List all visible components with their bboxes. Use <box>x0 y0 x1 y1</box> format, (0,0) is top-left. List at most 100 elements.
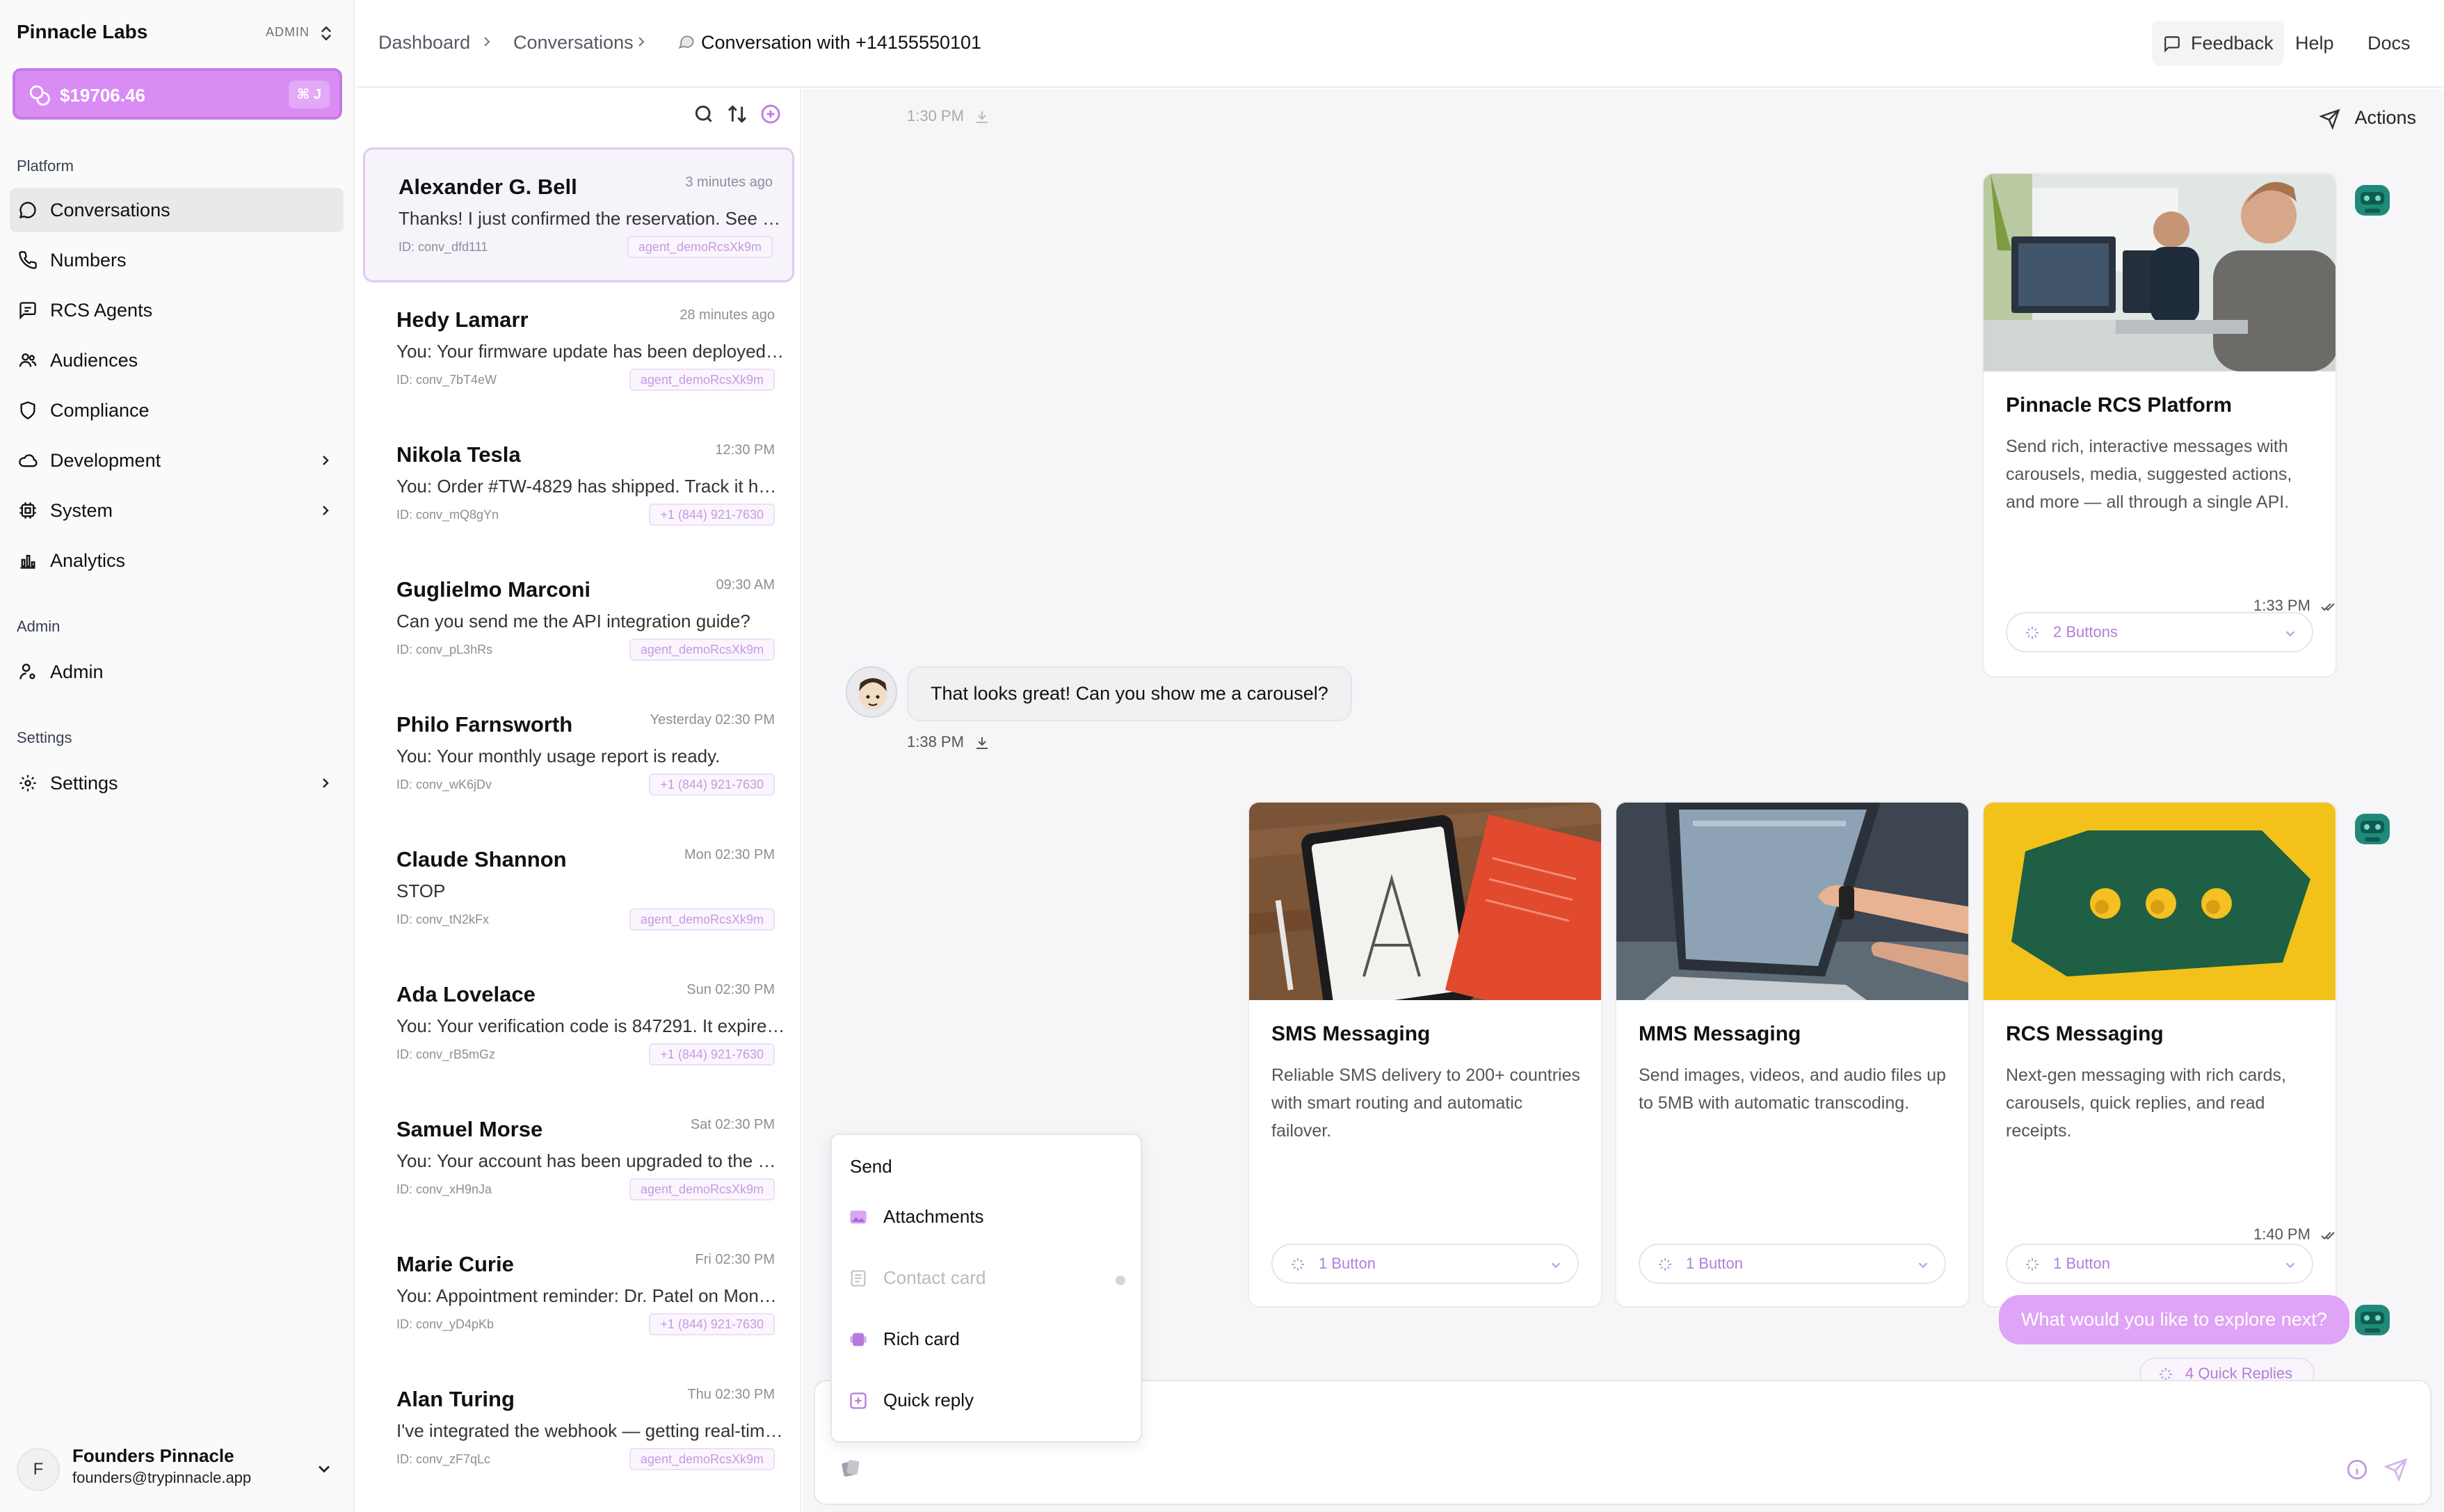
contact-name: Nikola Tesla <box>396 442 521 467</box>
breadcrumb-conversations[interactable]: Conversations <box>513 32 634 54</box>
menu-item-label: Attachments <box>883 1206 984 1227</box>
conversation-list-item[interactable]: Guglielmo Marconi 09:30 AM Can you send me… <box>363 552 794 687</box>
message-preview: STOP <box>396 880 446 901</box>
card-title: MMS Messaging <box>1639 1022 1801 1045</box>
topbar: Dashboard Conversations Conversation wit… <box>356 0 2444 88</box>
sidebar-item-development[interactable]: Development <box>10 438 344 483</box>
message-preview: You: Appointment reminder: Dr. Patel on … <box>396 1285 786 1306</box>
speech-bubble-icon <box>678 35 694 49</box>
chevron-down-icon <box>1551 1262 1561 1269</box>
sender-badge: +1 (844) 921-7630 <box>649 1313 775 1335</box>
sidebar-item-numbers[interactable]: Numbers <box>10 238 344 282</box>
chevron-right-icon <box>323 506 329 515</box>
conversation-list-item[interactable]: Alexander G. Bell 3 minutes ago Thanks! I … <box>363 147 794 282</box>
sidebar-item-label: Numbers <box>50 250 127 271</box>
menu-item-quick-reply[interactable]: Quick reply <box>832 1372 1141 1430</box>
menu-item-contact-card[interactable]: Contact card <box>832 1249 1141 1308</box>
rich-card-icon <box>850 1333 867 1346</box>
send-icon[interactable] <box>2384 1458 2408 1481</box>
card-title: SMS Messaging <box>1271 1022 1431 1045</box>
bot-avatar <box>2351 1298 2394 1341</box>
conversation-list-item[interactable]: Samuel Morse Sat 02:30 PM You: Your accoun… <box>363 1092 794 1227</box>
actions-button[interactable]: Actions <box>2320 107 2416 129</box>
menu-item-attachments[interactable]: Attachments <box>832 1188 1141 1246</box>
conversation-time: Fri 02:30 PM <box>695 1252 775 1267</box>
menu-item-label: Quick reply <box>883 1390 974 1410</box>
info-icon[interactable] <box>2345 1458 2369 1481</box>
chevron-down-icon <box>2285 1262 2295 1269</box>
bot-avatar <box>2351 807 2394 850</box>
conversation-list-item[interactable]: Ada Lovelace Sun 02:30 PM You: Your verifi… <box>363 957 794 1092</box>
search-icon[interactable] <box>693 103 715 125</box>
list-toolbar <box>356 89 801 145</box>
download-icon[interactable] <box>974 108 990 125</box>
sort-icon[interactable] <box>726 103 748 125</box>
conversation-list-item[interactable]: Nikola Tesla 12:30 PM You: Order #TW-4829 … <box>363 417 794 552</box>
sender-badge: agent_demoRcsXk9m <box>629 908 775 931</box>
menu-item-rich-card[interactable]: Rich card <box>832 1310 1141 1369</box>
card-buttons-toggle[interactable]: 1 Button <box>1271 1244 1579 1284</box>
card-buttons-toggle[interactable]: 2 Buttons <box>2006 612 2313 652</box>
feedback-button[interactable]: Feedback <box>2152 21 2284 65</box>
conversation-time: Sun 02:30 PM <box>686 982 775 997</box>
balance-button[interactable]: $19706.46 ⌘ J <box>13 68 342 120</box>
message-timestamp: 1:38 PM <box>907 733 990 751</box>
chevron-down-icon <box>2285 631 2295 637</box>
conversation-list-item[interactable]: Hedy Lamarr 28 minutes ago You: Your firmw… <box>363 282 794 417</box>
sparkle-icon <box>1292 1258 1304 1271</box>
conversation-list: Alexander G. Bell 3 minutes ago Thanks! I … <box>356 89 801 1512</box>
carousel-card: SMS Messaging Reliable SMS delivery to 2… <box>1248 801 1602 1308</box>
sidebar-item-label: RCS Agents <box>50 300 153 321</box>
docs-button[interactable]: Docs <box>2367 21 2411 65</box>
phone-icon <box>19 251 37 269</box>
contact-name: Guglielmo Marconi <box>396 577 591 602</box>
help-button[interactable]: Help <box>2295 21 2334 65</box>
sidebar-item-admin[interactable]: Admin <box>10 650 344 694</box>
sidebar-item-analytics[interactable]: Analytics <box>10 538 344 583</box>
sidebar-item-rcs-agents[interactable]: RCS Agents <box>10 288 344 332</box>
conversation-list-item[interactable]: Claude Shannon Mon 02:30 PM STOP ID: conv_t… <box>363 822 794 957</box>
conversation-id: ID: conv_rB5mGz <box>396 1047 496 1061</box>
sender-badge: +1 (844) 921-7630 <box>649 1043 775 1065</box>
sidebar-item-settings[interactable]: Settings <box>10 761 344 805</box>
conversation-time: 3 minutes ago <box>685 175 773 190</box>
robot-icon <box>2355 814 2390 844</box>
timestamp-text: 1:40 PM <box>2253 1225 2310 1243</box>
message-preview: You: Your monthly usage report is ready. <box>396 746 721 766</box>
sidebar-item-label: Settings <box>50 773 118 794</box>
card-description: Next-gen messaging with rich cards, caro… <box>2006 1065 2286 1141</box>
chevrons-up-down-icon[interactable] <box>317 22 335 45</box>
sidebar-item-compliance[interactable]: Compliance <box>10 388 344 433</box>
send-menu: Send Attachments Contact card Rich card … <box>830 1134 1142 1442</box>
user-menu[interactable]: F Founders Pinnacle founders@trypinnacle… <box>0 1435 355 1512</box>
plus-circle-icon[interactable] <box>759 103 782 125</box>
double-check-icon <box>2321 603 2335 611</box>
users-icon <box>19 353 37 367</box>
conversation-list-item[interactable]: Marie Curie Fri 02:30 PM You: Appointment … <box>363 1227 794 1362</box>
message-preview: Thanks! I just confirmed the reservation… <box>399 208 788 229</box>
sidebar-item-system[interactable]: System <box>10 488 344 533</box>
card-buttons-toggle[interactable]: 1 Button <box>1639 1244 1946 1284</box>
sidebar-item-audiences[interactable]: Audiences <box>10 338 344 383</box>
card-title: Pinnacle RCS Platform <box>2006 394 2233 417</box>
balance-shortcut: ⌘ J <box>288 81 330 108</box>
org-role: ADMIN <box>266 25 309 39</box>
card-image-office <box>1984 174 2336 371</box>
card-image-tablet <box>1249 803 1601 1000</box>
sidebar-item-conversations[interactable]: Conversations <box>10 188 344 232</box>
card-button-label: 1 Button <box>1319 1255 1376 1272</box>
actions-label: Actions <box>2354 107 2416 128</box>
conversation-time: Sat 02:30 PM <box>690 1117 775 1132</box>
message-preview: You: Your account has been upgraded to t… <box>396 1150 786 1171</box>
section-label-settings: Settings <box>17 729 72 746</box>
card-button-label: 1 Button <box>2053 1255 2110 1272</box>
card-buttons-toggle[interactable]: 1 Button <box>2006 1244 2313 1284</box>
chat-icon <box>19 202 36 219</box>
message-preview: You: Your verification code is 847291. I… <box>396 1015 786 1036</box>
cards-icon[interactable] <box>839 1456 862 1480</box>
download-icon[interactable] <box>974 734 990 751</box>
breadcrumb-dashboard[interactable]: Dashboard <box>378 32 470 54</box>
conversation-list-item[interactable]: Philo Farnsworth Yesterday 02:30 PM You: Y… <box>363 687 794 822</box>
sparkle-icon <box>2026 627 2039 639</box>
conversation-list-item[interactable]: Alan Turing Thu 02:30 PM I've integrated t… <box>363 1362 794 1497</box>
